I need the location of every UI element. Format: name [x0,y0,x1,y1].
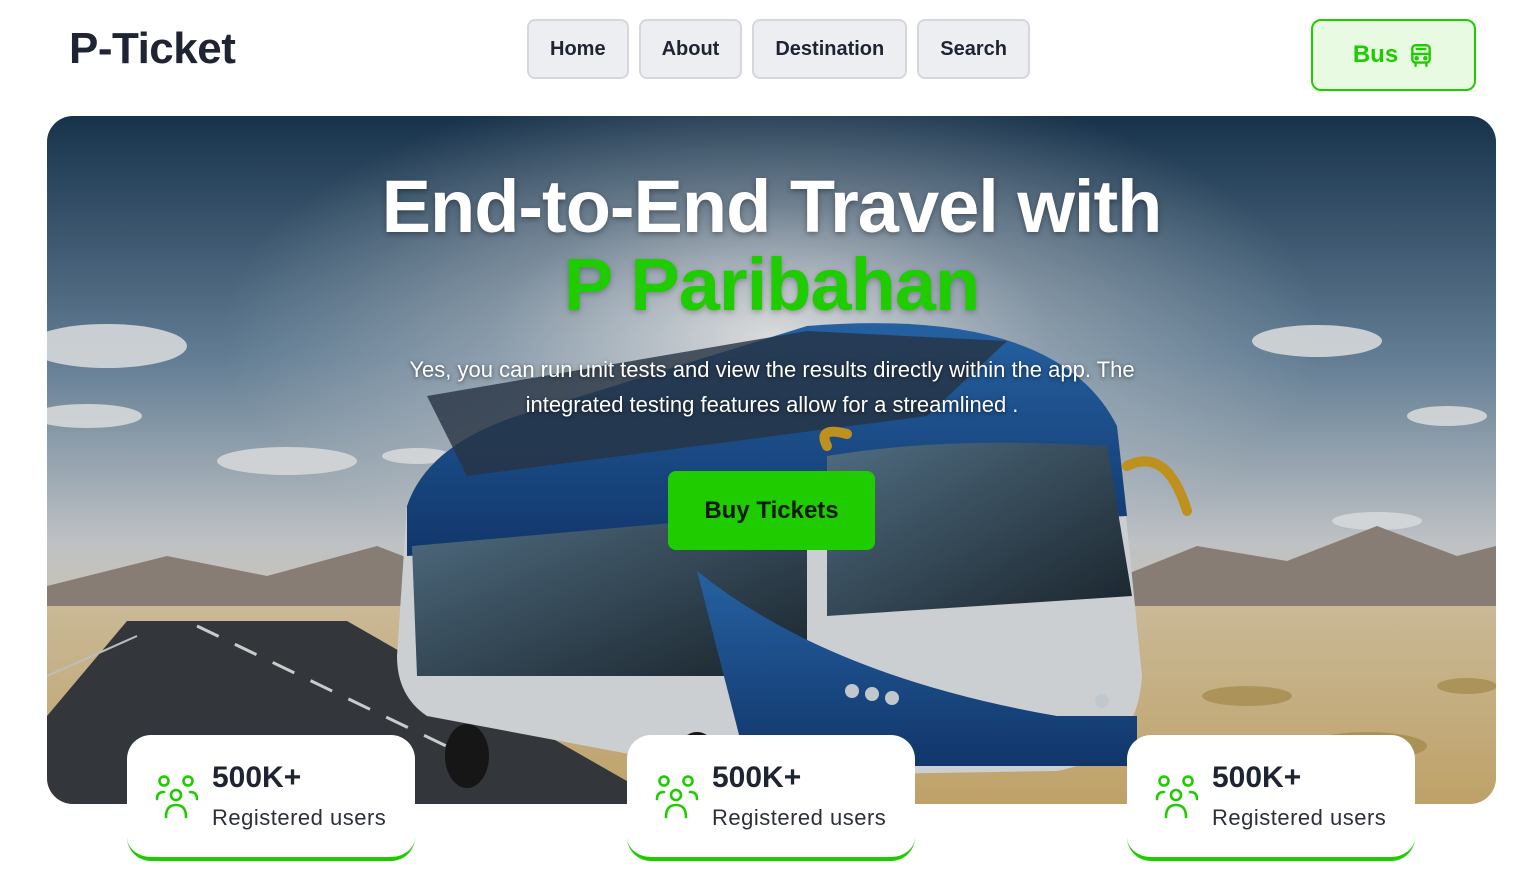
nav-search[interactable]: Search [917,19,1030,79]
hero-title-line1: End-to-End Travel with [381,165,1163,248]
stat-label: Registered users [1212,805,1387,830]
users-icon [155,775,199,819]
buy-tickets-button[interactable]: Buy Tickets [668,471,875,550]
hero-section: End-to-End Travel with P Paribahan Yes, … [47,116,1496,804]
nav-home[interactable]: Home [527,19,629,79]
bus-button-label: Bus [1352,41,1399,68]
main-nav: Home About Destination Search [527,19,1030,79]
users-icon [1155,775,1199,819]
stat-card: 500K+ Registered users [127,735,415,861]
bus-button[interactable]: Bus [1311,19,1476,91]
users-icon [655,775,699,819]
stat-value: 500K+ [212,761,302,794]
stat-value: 500K+ [712,761,802,794]
bus-icon [1411,44,1432,68]
nav-destination[interactable]: Destination [752,19,908,79]
stat-label: Registered users [712,805,887,830]
stat-card: 500K+ Registered users [1127,735,1415,861]
stat-value: 500K+ [1212,761,1302,794]
stat-card: 500K+ Registered users [627,735,915,861]
hero-description: Yes, you can run unit tests and view the… [409,357,1135,417]
stat-label: Registered users [212,805,387,830]
hero-title-line2: P Paribahan [563,243,980,326]
nav-about[interactable]: About [638,19,743,79]
logo[interactable]: P-Ticket [69,24,236,74]
